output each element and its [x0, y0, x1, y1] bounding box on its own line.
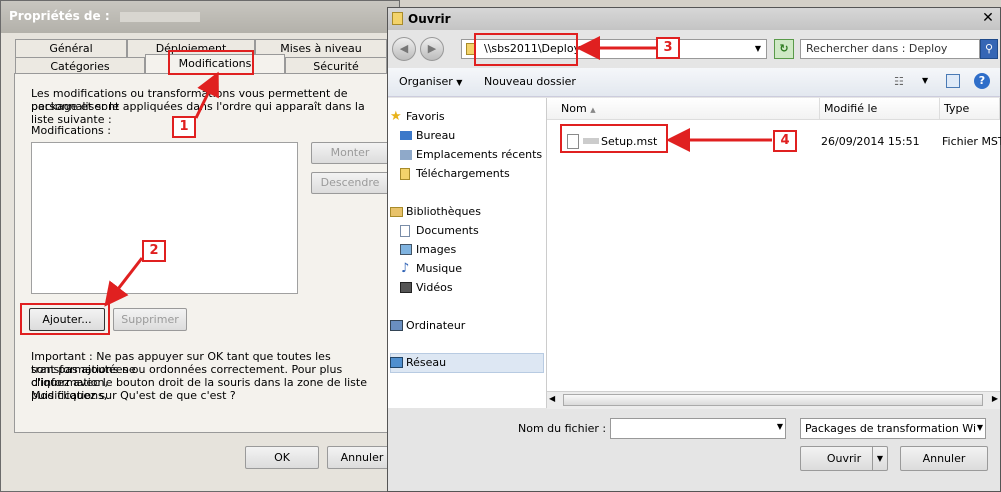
annotation-badge-4: 4: [773, 130, 797, 152]
annotation-badge-2: 2: [142, 240, 166, 262]
annotation-badge-1: 1: [172, 116, 196, 138]
arrow-2: [104, 257, 144, 307]
annotation-badge-3: 3: [656, 37, 680, 59]
arrow-1: [194, 71, 219, 119]
